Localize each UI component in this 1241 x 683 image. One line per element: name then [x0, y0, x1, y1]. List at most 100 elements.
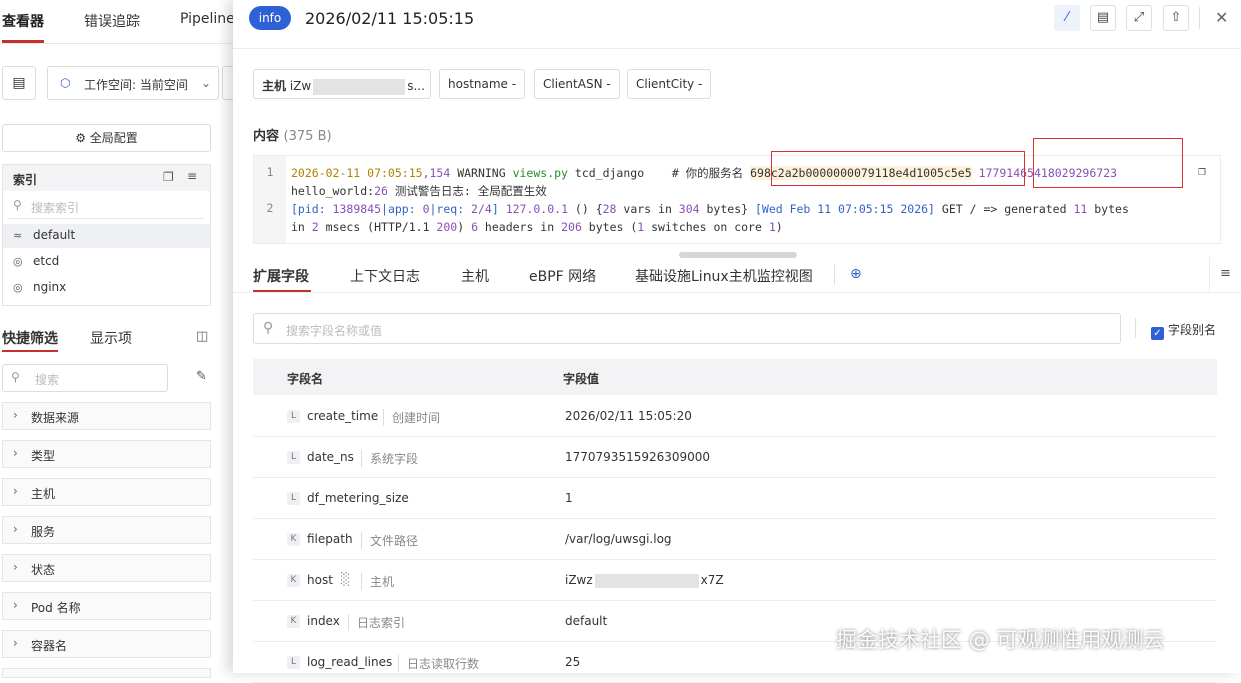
content-size: (375 B): [283, 129, 332, 144]
tab-linux-host-view[interactable]: 基础设施Linux主机监控视图: [635, 266, 813, 286]
chevron-right-icon: ›: [13, 598, 18, 612]
tab-host[interactable]: 主机: [461, 266, 489, 286]
close-icon[interactable]: ✕: [1215, 8, 1228, 27]
collapse-panel-icon[interactable]: ◫: [196, 329, 208, 344]
detail-tabs: 扩展字段 上下文日志 主机 eBPF 网络 基础设施Linux主机监控视图 ⊕ …: [233, 257, 1241, 293]
index-search-input[interactable]: ⚲ 搜索索引: [7, 195, 204, 219]
copy-icon[interactable]: ❐: [1198, 164, 1206, 179]
table-row[interactable]: K filepath 文件路径 /var/log/uwsgi.log: [253, 519, 1217, 560]
filter-search-input[interactable]: ⚲ 搜索: [2, 364, 168, 392]
add-tab-icon[interactable]: ⊕: [850, 266, 862, 282]
facet-label: 容器名: [31, 639, 68, 653]
field-type-icon: K: [287, 615, 300, 628]
global-config-button[interactable]: ⚙ 全局配置: [2, 124, 211, 152]
collapse-icon[interactable]: ≡: [1209, 257, 1241, 293]
nav-tab-pipeline[interactable]: Pipeline: [180, 11, 235, 27]
tab-display-items[interactable]: 显示项: [90, 328, 132, 348]
content-section-title: 内容 (375 B): [253, 125, 332, 144]
search-icon: ⚲: [13, 198, 22, 212]
tag-host-suffix: s...: [407, 79, 425, 93]
index-item-default[interactable]: ≈ default: [3, 224, 210, 248]
tab-underline: [253, 290, 311, 292]
masked-value: [594, 573, 699, 588]
field-value: /var/log/uwsgi.log: [565, 532, 672, 546]
index-item-label: nginx: [33, 280, 67, 294]
field-value: 25: [565, 655, 581, 669]
chevron-right-icon: ›: [13, 484, 18, 498]
header-field-value: 字段值: [563, 372, 600, 386]
workspace-select[interactable]: ⬡ 工作空间: 当前空间 ⌄: [47, 66, 219, 100]
facet-container-name[interactable]: › 容器名: [2, 630, 211, 658]
tag-host-key: 主机: [262, 79, 287, 93]
edit-icon[interactable]: ✎: [196, 369, 207, 384]
chevron-right-icon: ›: [13, 636, 18, 650]
filter-tab-underline: [2, 350, 58, 352]
wrap-toggle-icon[interactable]: ⁄: [1054, 5, 1080, 31]
field-type-icon: K: [287, 574, 300, 587]
global-config-label: 全局配置: [89, 131, 138, 145]
line-gutter: 1 2: [254, 156, 286, 243]
facet-label: Pod 名称: [31, 601, 81, 615]
tab-extended-fields[interactable]: 扩展字段: [253, 266, 309, 286]
tag-host[interactable]: 主机 iZw s...: [253, 69, 431, 99]
tab-context-logs[interactable]: 上下文日志: [350, 266, 420, 286]
facet-data-source[interactable]: › 数据来源: [2, 402, 211, 430]
field-name: create_time: [307, 409, 379, 423]
settings-sliders-icon[interactable]: ≡: [187, 169, 197, 183]
workspace-icon: ⬡: [60, 76, 71, 90]
chevron-right-icon: ›: [13, 522, 18, 536]
tag-hostname[interactable]: hostname -: [439, 69, 526, 99]
field-alias: 日志读取行数: [398, 655, 479, 672]
highlight-box-trace-id: [771, 151, 1025, 186]
tag-client-city[interactable]: ClientCity -: [627, 69, 712, 99]
chevron-right-icon: ›: [13, 446, 18, 460]
search-divider: [1135, 318, 1136, 338]
table-row[interactable]: K host ░ 主机 iZwz x7Z: [253, 560, 1217, 601]
nav-tab-underline: [2, 40, 44, 43]
table-row[interactable]: L df_metering_size 1: [253, 478, 1217, 519]
table-row[interactable]: L create_time 创建时间 2026/02/11 15:05:20: [253, 396, 1217, 437]
field-type-icon: L: [287, 492, 300, 505]
table-row[interactable]: L date_ns 系统字段 1770793515926309000: [253, 437, 1217, 478]
index-icon: ◎: [13, 255, 23, 268]
tab-quick-filter[interactable]: 快捷筛选: [2, 328, 58, 348]
tab-ebpf-network[interactable]: eBPF 网络: [529, 266, 596, 286]
bar-chart-icon[interactable]: ░: [341, 572, 350, 586]
field-value: 1: [565, 491, 573, 505]
facet-type[interactable]: › 类型: [2, 440, 211, 468]
left-panel: 查看器 错误追踪 Pipeline ▤ ⬡ 工作空间: 当前空间 ⌄ ⚙ 全局配…: [0, 0, 242, 678]
line-number: 1: [266, 165, 274, 179]
list-view-icon[interactable]: ▤: [2, 66, 36, 100]
facet-pod-name[interactable]: › Pod 名称: [2, 592, 211, 620]
field-name: filepath: [307, 532, 353, 546]
log-line-2-wrap: in 2 msecs (HTTP/1.1 200) 6 headers in 2…: [291, 220, 783, 234]
fullscreen-icon[interactable]: ⤢: [1126, 5, 1152, 31]
facet-host[interactable]: › 主机: [2, 478, 211, 506]
index-search-placeholder: 搜索索引: [31, 201, 80, 215]
index-item-nginx[interactable]: ◎ nginx: [3, 276, 210, 300]
field-type-icon: L: [287, 410, 300, 423]
facet-service[interactable]: › 服务: [2, 516, 211, 544]
nav-tab-error-tracking[interactable]: 错误追踪: [84, 11, 140, 31]
nav-tab-explorer[interactable]: 查看器: [2, 11, 44, 31]
document-icon[interactable]: ▤: [1090, 5, 1116, 31]
facet-label: 数据来源: [31, 411, 80, 425]
field-alias-checkbox[interactable]: ✓ 字段别名: [1151, 321, 1216, 340]
field-alias: 系统字段: [361, 450, 418, 467]
field-value: iZwz x7Z: [565, 573, 724, 588]
field-alias-label: 字段别名: [1168, 323, 1217, 337]
workspace-label: 工作空间: 当前空间: [84, 78, 188, 92]
facet-label: 状态: [31, 563, 56, 577]
index-item-etcd[interactable]: ◎ etcd: [3, 250, 210, 274]
fields-table-header: 字段名 字段值: [253, 359, 1217, 395]
copy-icon[interactable]: ❐: [163, 170, 174, 184]
tag-client-asn[interactable]: ClientASN -: [534, 69, 620, 99]
level-badge: info: [249, 6, 291, 30]
field-search-input[interactable]: ⚲ 搜索字段名称或值: [253, 313, 1121, 344]
facet-status[interactable]: › 状态: [2, 554, 211, 582]
tag-host-prefix: iZw: [289, 79, 312, 93]
checkbox-checked-icon: ✓: [1151, 327, 1164, 340]
export-icon[interactable]: ⇧: [1163, 5, 1189, 31]
facet-more[interactable]: [2, 668, 211, 678]
log-detail-drawer: info 2026/02/11 15:05:15 ⁄ ▤ ⤢ ⇧ ✕ 主机 iZ…: [233, 0, 1241, 683]
